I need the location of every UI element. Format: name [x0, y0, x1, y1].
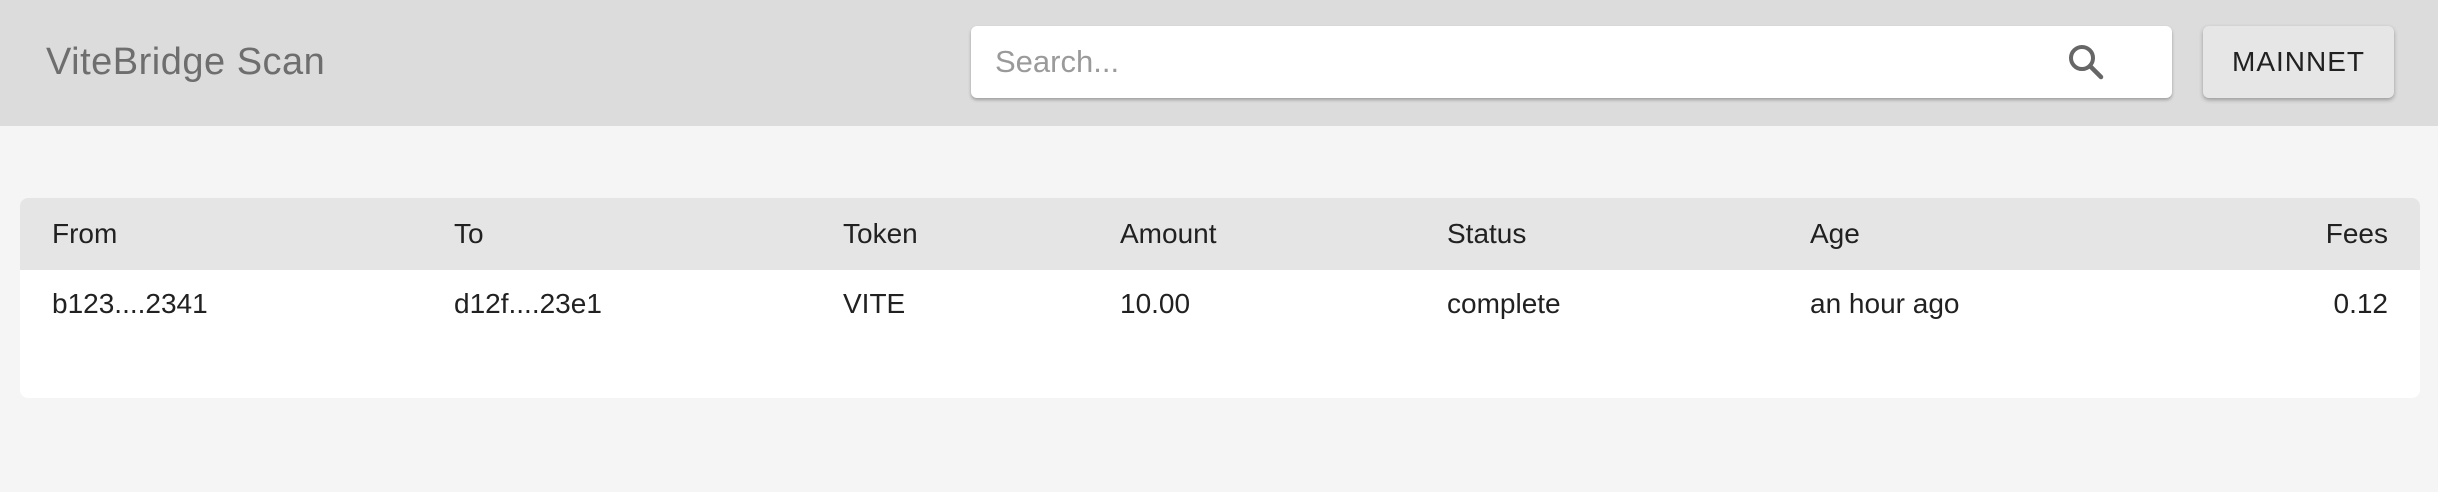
cell-status: complete — [1447, 288, 1561, 319]
cell-fees: 0.12 — [2333, 288, 2389, 319]
search-box[interactable] — [971, 26, 2172, 98]
app-title: ViteBridge Scan — [46, 41, 326, 83]
app-bar: ViteBridge Scan MAINNET — [0, 0, 2438, 126]
column-header-status: Status — [1447, 218, 1527, 249]
column-header-token: Token — [843, 218, 918, 249]
table-header-row: From To Token Amount Status Age Fees — [20, 198, 2420, 270]
column-header-age: Age — [1810, 218, 1860, 249]
network-button[interactable]: MAINNET — [2203, 26, 2394, 98]
column-header-from: From — [52, 218, 118, 249]
cell-token: VITE — [843, 288, 906, 319]
column-header-to: To — [454, 218, 484, 249]
cell-amount: 10.00 — [1120, 288, 1191, 319]
search-input[interactable] — [995, 26, 2075, 98]
transactions-table: From To Token Amount Status Age Fees b12… — [20, 198, 2420, 398]
cell-age: an hour ago — [1810, 288, 1960, 319]
search-icon[interactable] — [2066, 42, 2106, 82]
column-header-amount: Amount — [1120, 218, 1217, 249]
cell-from[interactable]: b123....2341 — [52, 286, 208, 322]
column-header-fees: Fees — [2325, 218, 2388, 249]
cell-to[interactable]: d12f....23e1 — [454, 286, 602, 322]
